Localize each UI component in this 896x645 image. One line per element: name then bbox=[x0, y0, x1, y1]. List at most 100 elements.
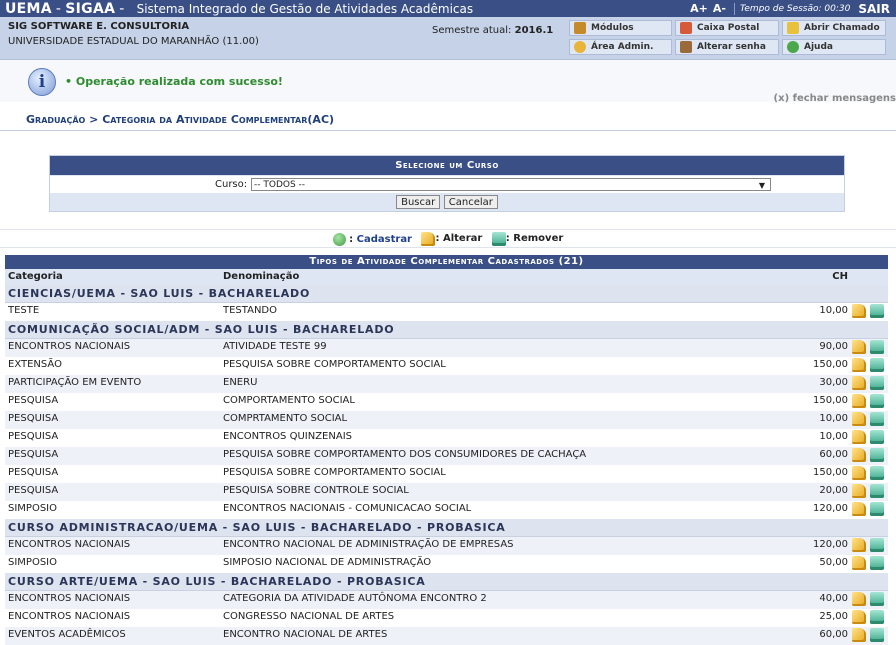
area-admin-label: Área Admin. bbox=[591, 42, 654, 52]
caixa-postal-label: Caixa Postal bbox=[697, 23, 760, 33]
cell-denominacao: COMPRTAMENTO SOCIAL bbox=[223, 413, 348, 424]
edit-icon[interactable] bbox=[852, 376, 866, 390]
trash-icon[interactable] bbox=[870, 358, 884, 372]
edit-icon[interactable] bbox=[852, 304, 866, 318]
edit-icon[interactable] bbox=[852, 430, 866, 444]
trash-icon[interactable] bbox=[870, 466, 884, 480]
cell-categoria: PARTICIPAÇÃO EM EVENTO bbox=[8, 377, 142, 388]
brand-sigaa: SIGAA bbox=[65, 0, 116, 17]
edit-icon[interactable] bbox=[852, 556, 866, 570]
alterar-senha-label: Alterar senha bbox=[697, 42, 766, 52]
trash-icon[interactable] bbox=[870, 376, 884, 390]
edit-icon[interactable] bbox=[852, 412, 866, 426]
cell-denominacao: CATEGORIA DA ATIVIDADE AUTÔNOMA ENCONTRO… bbox=[223, 593, 487, 604]
cell-denominacao: PESQUISA SOBRE COMPORTAMENTO SOCIAL bbox=[223, 359, 446, 370]
university-name: UNIVERSIDADE ESTADUAL DO MARANHÃO (11.00… bbox=[8, 36, 259, 47]
trash-icon[interactable] bbox=[870, 610, 884, 624]
cell-categoria: ENCONTROS NACIONAIS bbox=[8, 539, 131, 550]
table-row: EVENTOS ACADÊMICOS ENCONTRO NACIONAL DE A… bbox=[5, 627, 888, 645]
trash-icon[interactable] bbox=[870, 556, 884, 570]
edit-icon bbox=[421, 231, 436, 246]
col-denominacao: Denominação bbox=[223, 271, 300, 282]
trash-icon[interactable] bbox=[870, 304, 884, 318]
brand[interactable]: UEMA - SIGAA - bbox=[0, 1, 129, 17]
trash-icon[interactable] bbox=[870, 340, 884, 354]
box-icon bbox=[574, 22, 586, 34]
table-row: EXTENSÃO PESQUISA SOBRE COMPORTAMENTO SOC… bbox=[5, 357, 888, 375]
cell-denominacao: ENCONTRO NACIONAL DE ADMINISTRAÇÃO DE EM… bbox=[223, 539, 514, 550]
table-caption: Tipos de Atividade Complementar Cadastra… bbox=[5, 255, 888, 269]
semester-value: 2016.1 bbox=[514, 25, 554, 36]
curso-select-value: -- TODOS -- bbox=[254, 180, 306, 190]
caixa-postal-button[interactable]: Caixa Postal bbox=[675, 20, 779, 36]
cell-denominacao: CONGRESSO NACIONAL DE ARTES bbox=[223, 611, 395, 622]
edit-icon[interactable] bbox=[852, 628, 866, 642]
legend-remover: : Remover bbox=[491, 230, 563, 247]
edit-icon[interactable] bbox=[852, 448, 866, 462]
edit-icon[interactable] bbox=[852, 394, 866, 408]
edit-icon[interactable] bbox=[852, 610, 866, 624]
legend-colon: : bbox=[349, 233, 354, 245]
trash-icon[interactable] bbox=[870, 484, 884, 498]
cell-categoria: TESTE bbox=[8, 305, 40, 316]
edit-icon[interactable] bbox=[852, 358, 866, 372]
trash-icon[interactable] bbox=[870, 430, 884, 444]
table-row: SIMPOSIO ENCONTROS NACIONAIS - COMUNICACA… bbox=[5, 501, 888, 519]
cell-ch: 10,00 bbox=[819, 431, 848, 442]
trash-icon[interactable] bbox=[870, 412, 884, 426]
curso-select[interactable]: -- TODOS -- ▼ bbox=[251, 178, 771, 191]
cell-ch: 60,00 bbox=[819, 629, 848, 640]
edit-icon[interactable] bbox=[852, 502, 866, 516]
edit-icon[interactable] bbox=[852, 592, 866, 606]
trash-icon[interactable] bbox=[870, 628, 884, 642]
group-header: CURSO ADMINISTRACAO/UEMA - SAO LUIS - BA… bbox=[5, 519, 888, 537]
table-row: TESTE TESTANDO 10,00 bbox=[5, 303, 888, 321]
cell-denominacao: ENCONTRO NACIONAL DE ARTES bbox=[223, 629, 388, 640]
ajuda-button[interactable]: Ajuda bbox=[782, 39, 886, 55]
trash-icon[interactable] bbox=[870, 592, 884, 606]
buscar-button[interactable]: Buscar bbox=[396, 195, 441, 209]
cell-ch: 50,00 bbox=[819, 557, 848, 568]
table-row: PARTICIPAÇÃO EM EVENTO ENERU 30,00 bbox=[5, 375, 888, 393]
edit-icon[interactable] bbox=[852, 466, 866, 480]
modulos-label: Módulos bbox=[591, 23, 634, 33]
brand-separator-2: - bbox=[119, 0, 125, 17]
cell-denominacao: ENERU bbox=[223, 377, 258, 388]
modulos-button[interactable]: Módulos bbox=[569, 20, 672, 36]
trash-icon[interactable] bbox=[870, 448, 884, 462]
cell-denominacao: TESTANDO bbox=[223, 305, 277, 316]
edit-icon[interactable] bbox=[852, 340, 866, 354]
cell-denominacao: ENCONTROS NACIONAIS - COMUNICACAO SOCIAL bbox=[223, 503, 472, 514]
cadastrar-link[interactable]: Cadastrar bbox=[357, 231, 412, 248]
cell-categoria: PESQUISA bbox=[8, 413, 59, 424]
edit-icon[interactable] bbox=[852, 538, 866, 552]
group-header: CIENCIAS/UEMA - SAO LUIS - BACHARELADO bbox=[5, 285, 888, 303]
trash-icon[interactable] bbox=[870, 502, 884, 516]
curso-row: Curso: -- TODOS -- ▼ bbox=[50, 176, 844, 193]
breadcrumb-text: Graduação > Categoria da Atividade Compl… bbox=[26, 113, 335, 126]
font-increase-button[interactable]: A+ bbox=[690, 2, 708, 15]
legend-cadastrar[interactable]: : Cadastrar bbox=[332, 231, 412, 248]
cell-denominacao: PESQUISA SOBRE COMPORTAMENTO DOS CONSUMI… bbox=[223, 449, 587, 460]
cell-ch: 10,00 bbox=[819, 413, 848, 424]
mailbox-icon bbox=[680, 22, 692, 34]
current-semester: Semestre atual: 2016.1 bbox=[432, 25, 553, 36]
cell-ch: 150,00 bbox=[813, 395, 848, 406]
top-bar: UEMA - SIGAA - Sistema Integrado de Gestão … bbox=[0, 0, 896, 17]
font-decrease-button[interactable]: A- bbox=[713, 2, 726, 15]
cancelar-button[interactable]: Cancelar bbox=[443, 195, 498, 209]
breadcrumb: Graduação > Categoria da Atividade Compl… bbox=[0, 110, 896, 131]
alterar-senha-button[interactable]: Alterar senha bbox=[675, 39, 779, 55]
cell-denominacao: ATIVIDADE TESTE 99 bbox=[223, 341, 327, 352]
edit-icon[interactable] bbox=[852, 484, 866, 498]
trash-icon[interactable] bbox=[870, 538, 884, 552]
close-messages-link[interactable]: (x) fechar mensagens bbox=[774, 93, 896, 104]
trash-icon[interactable] bbox=[870, 394, 884, 408]
cell-categoria: SIMPOSIO bbox=[8, 557, 57, 568]
cell-denominacao: SIMPOSIO NACIONAL DE ADMINISTRAÇÃO bbox=[223, 557, 432, 568]
abrir-chamado-button[interactable]: Abrir Chamado bbox=[782, 20, 886, 36]
brand-uema: UEMA bbox=[5, 0, 52, 17]
logout-button[interactable]: SAIR bbox=[858, 2, 890, 16]
area-admin-button[interactable]: Área Admin. bbox=[569, 39, 672, 55]
table-row: ENCONTROS NACIONAIS CATEGORIA DA ATIVIDAD… bbox=[5, 591, 888, 609]
